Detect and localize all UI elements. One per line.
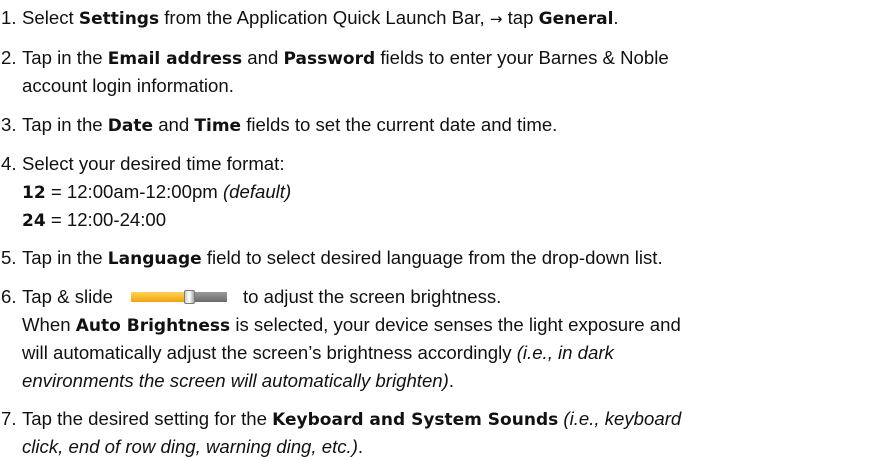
general-term: General xyxy=(538,9,614,29)
auto-brightness-term: Auto Brightness xyxy=(75,316,231,336)
step-text: Tap the desired setting for the Keyboard… xyxy=(22,408,682,457)
email-address-term: Email address xyxy=(107,49,243,69)
instruction-list: 1. Select Settings from the Application … xyxy=(0,0,881,457)
language-term: Language xyxy=(107,249,202,269)
step-number: 4. xyxy=(1,153,17,174)
settings-term: Settings xyxy=(78,9,160,29)
right-arrow-icon: → xyxy=(489,10,503,28)
brightness-slider-icon xyxy=(130,290,227,304)
keyboard-and-system-sounds-term: Keyboard and System Sounds xyxy=(272,410,559,430)
step-text: Tap in the Date and Time fields to set t… xyxy=(22,114,558,136)
step-number: 2. xyxy=(1,47,17,68)
step-number: 1. xyxy=(1,7,17,28)
slider-thumb-icon xyxy=(183,290,195,304)
time-term: Time xyxy=(194,116,242,136)
step-text: Tap in the Email address and Password fi… xyxy=(22,47,669,96)
step-number: 3. xyxy=(1,114,17,135)
step-number: 7. xyxy=(1,408,17,429)
step-text: Select your desired time format: 12 = 12… xyxy=(22,150,881,234)
time-format-option-12: 12 = 12:00am-12:00pm (default) xyxy=(22,181,292,203)
time-format-option-24: 24 = 12:00-24:00 xyxy=(22,209,167,231)
password-term: Password xyxy=(283,49,376,69)
step-text: Select Settings from the Application Qui… xyxy=(22,7,619,29)
step-number: 5. xyxy=(1,247,17,268)
step-text: Tap & slide to adjust the screen brightne… xyxy=(22,286,681,391)
date-term: Date xyxy=(107,116,154,136)
step-number: 6. xyxy=(1,286,17,307)
step-text: Tap in the Language field to select desi… xyxy=(22,247,663,269)
